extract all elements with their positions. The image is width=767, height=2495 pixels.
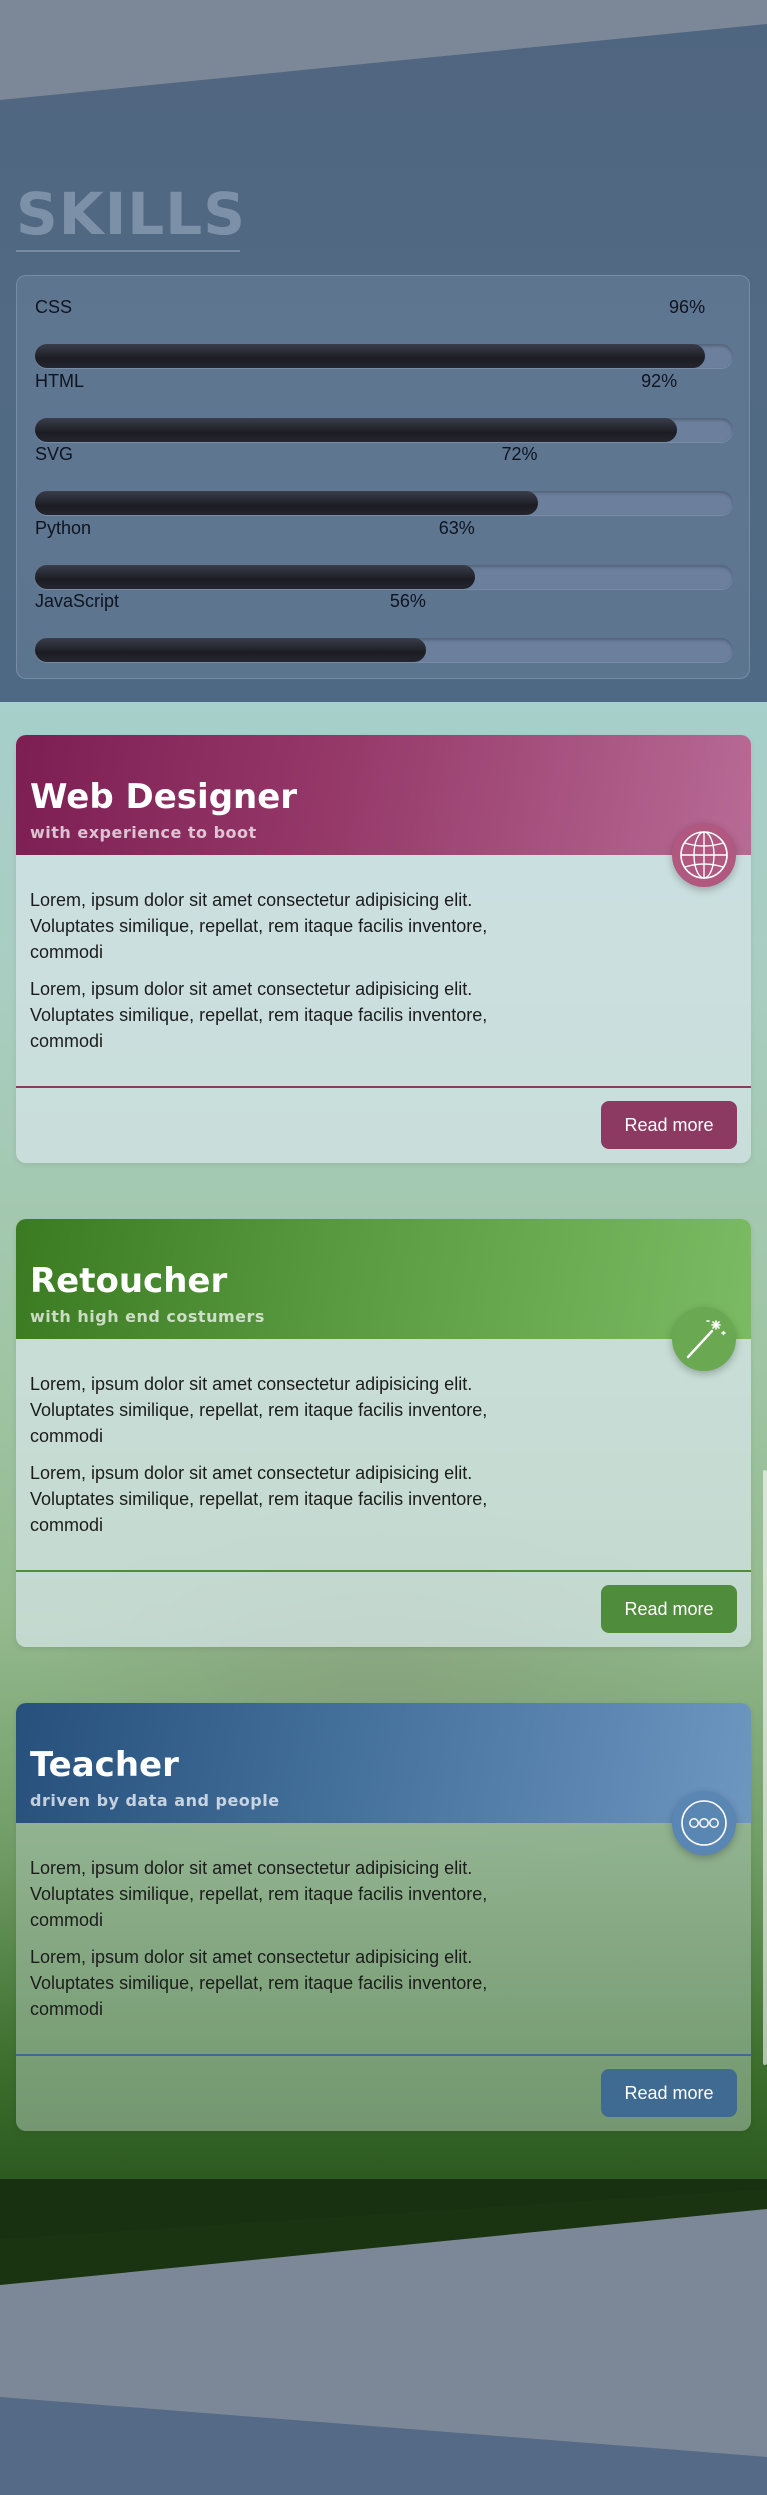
skill-name: SVG [35,444,74,464]
card-divider [16,2054,751,2056]
skill-svg: SVG 72% [35,443,733,515]
skill-track [35,565,733,589]
card-header: Web Designer with experience to boot [16,735,751,855]
skill-bar-fill [35,491,538,515]
card-title: Retoucher [30,1261,228,1301]
card-subtitle: driven by data and people [30,1791,280,1810]
card-paragraph: Lorem, ipsum dolor sit amet consectetur … [30,1947,488,2019]
skill-track [35,491,733,515]
skill-track [35,638,733,662]
skill-javascript: JavaScript 56% [35,590,733,662]
skill-python: Python 63% [35,517,733,589]
card-divider [16,1086,751,1088]
card-title: Web Designer [30,777,298,817]
skill-track [35,344,733,368]
scrollbar[interactable] [763,1470,767,2065]
skill-name: CSS [35,297,73,317]
card-paragraph: Lorem, ipsum dolor sit amet consectetur … [30,890,488,962]
skill-percent: 56% [389,591,426,611]
skill-bar-fill [35,418,678,442]
skills-title: SKILLS [16,180,246,248]
card-retoucher: Retoucher with high end costumers Lorem,… [16,1219,751,1647]
jobs-section: Web Designer with experience to boot Lor… [0,702,767,2179]
skill-name: Python [35,518,92,538]
card-header: Retoucher with high end costumers [16,1219,751,1339]
skills-section: SKILLS CSS 96% HTML 92% SVG 72% Python 6… [0,0,767,702]
read-more-button[interactable]: Read more [601,2069,737,2117]
skill-css: CSS 96% [35,296,733,368]
skill-percent: 72% [501,444,538,464]
card-paragraph: Lorem, ipsum dolor sit amet consectetur … [30,1374,488,1446]
card-paragraph: Lorem, ipsum dolor sit amet consectetur … [30,1463,488,1535]
skills-panel: CSS 96% HTML 92% SVG 72% Python 63% Java… [16,275,750,679]
skills-title-underline [16,250,240,252]
skill-name: HTML [35,371,84,391]
magic-wand-icon [672,1307,736,1371]
skill-bar-fill [35,344,706,368]
footer-section [0,2179,767,2495]
skill-percent: 92% [641,371,678,391]
card-paragraph: Lorem, ipsum dolor sit amet consectetur … [30,979,488,1051]
footer-wedges [0,2179,767,2495]
read-more-button[interactable]: Read more [601,1101,737,1149]
card-teacher: Teacher driven by data and people Lorem,… [16,1703,751,2131]
card-web-designer: Web Designer with experience to boot Lor… [16,735,751,1163]
skill-bar-fill [35,638,426,662]
globe-icon [672,823,736,887]
read-more-button[interactable]: Read more [601,1585,737,1633]
card-paragraph: Lorem, ipsum dolor sit amet consectetur … [30,1858,488,1930]
card-divider [16,1570,751,1572]
skill-bar-fill [35,565,475,589]
skill-percent: 96% [669,297,706,317]
skill-html: HTML 92% [35,370,733,442]
skill-percent: 63% [438,518,475,538]
ellipsis-circle-icon [672,1791,736,1855]
skill-track [35,418,733,442]
skills-top-wedge [0,0,767,100]
skill-name: JavaScript [35,591,120,611]
card-header: Teacher driven by data and people [16,1703,751,1823]
card-subtitle: with high end costumers [30,1307,265,1326]
card-subtitle: with experience to boot [30,823,257,842]
card-title: Teacher [30,1745,179,1785]
